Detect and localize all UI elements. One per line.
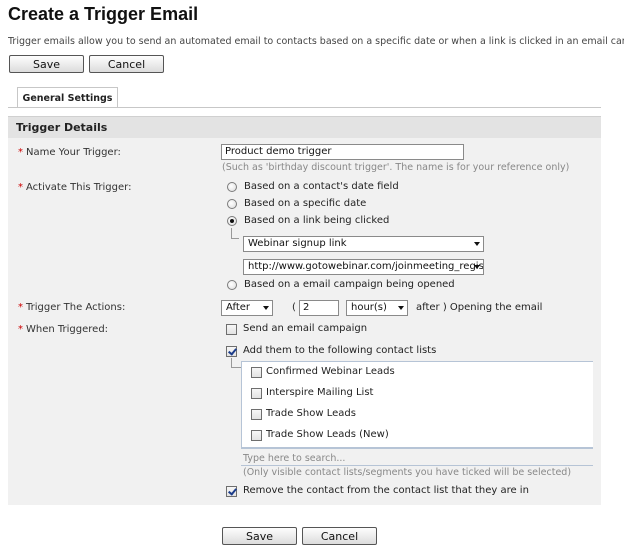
list-checkbox-trade-show-leads-new[interactable] — [251, 430, 262, 441]
when-triggered-label: * When Triggered: — [18, 324, 108, 335]
radio-campaign-opened[interactable] — [227, 280, 237, 290]
unit-select-value: hour(s) — [351, 302, 387, 313]
required-marker: * — [18, 147, 23, 158]
list-item-label: Interspire Mailing List — [266, 387, 374, 398]
tab-divider — [8, 107, 601, 108]
trigger-actions-label-text: Trigger The Actions: — [26, 302, 126, 313]
add-lists-label: Add them to the following contact lists — [243, 345, 437, 356]
section-title: Trigger Details — [16, 121, 108, 134]
campaign-select-value: Webinar signup link — [248, 238, 347, 249]
cancel-button-bottom[interactable]: Cancel — [302, 527, 377, 545]
radio-link-clicked[interactable] — [227, 216, 237, 226]
remove-contact-checkbox[interactable] — [226, 486, 237, 497]
send-campaign-label: Send an email campaign — [243, 323, 368, 334]
radio-specific-date[interactable] — [227, 199, 237, 209]
radio-specific-date-label: Based on a specific date — [244, 198, 367, 209]
trigger-name-input[interactable]: Product demo trigger — [221, 144, 464, 160]
page-title: Create a Trigger Email — [8, 4, 199, 24]
add-lists-checkbox[interactable] — [226, 346, 237, 357]
trigger-name-hint: (Such as 'birthday discount trigger'. Th… — [222, 162, 570, 173]
name-trigger-label: * Name Your Trigger: — [18, 147, 121, 158]
save-button-top[interactable]: Save — [9, 55, 84, 73]
timing-select-value: After — [226, 302, 251, 313]
send-campaign-checkbox[interactable] — [226, 324, 237, 335]
link-select-value: http://www.gotowebinar.com/joinmeeting_r… — [248, 261, 484, 272]
list-checkbox-trade-show-leads[interactable] — [251, 409, 262, 420]
page-intro: Trigger emails allow you to send an auto… — [8, 36, 624, 47]
tab-general-settings[interactable]: General Settings — [17, 87, 118, 108]
list-checkbox-interspire-mailing-list[interactable] — [251, 388, 262, 399]
required-marker: * — [18, 302, 23, 313]
tree-connector — [231, 367, 241, 368]
trigger-actions-label: * Trigger The Actions: — [18, 302, 125, 313]
link-select[interactable]: http://www.gotowebinar.com/joinmeeting_r… — [243, 259, 484, 275]
chevron-down-icon — [474, 242, 480, 246]
radio-link-clicked-label: Based on a link being clicked — [244, 215, 390, 226]
save-button-bottom[interactable]: Save — [222, 527, 297, 545]
list-item-label: Trade Show Leads — [266, 408, 356, 419]
tree-connector — [231, 358, 232, 367]
list-checkbox-confirmed-webinar-leads[interactable] — [251, 367, 262, 378]
required-marker: * — [18, 324, 23, 335]
chevron-down-icon — [263, 306, 269, 310]
list-item-label: Confirmed Webinar Leads — [266, 366, 395, 377]
timing-select[interactable]: After — [221, 300, 273, 316]
name-trigger-label-text: Name Your Trigger: — [26, 147, 121, 158]
activate-trigger-label: * Activate This Trigger: — [18, 182, 131, 193]
cancel-button-top[interactable]: Cancel — [89, 55, 164, 73]
when-triggered-label-text: When Triggered: — [26, 324, 109, 335]
search-underline — [241, 465, 593, 466]
amount-input[interactable]: 2 — [299, 300, 339, 316]
actions-suffix: after ) Opening the email — [416, 302, 543, 313]
list-search-input[interactable]: Type here to search... — [243, 453, 345, 464]
chevron-down-icon — [398, 306, 404, 310]
remove-contact-label: Remove the contact from the contact list… — [243, 485, 529, 496]
chevron-down-icon — [474, 265, 480, 269]
open-paren: ( — [292, 302, 296, 313]
list-search-hint: (Only visible contact lists/segments you… — [243, 467, 572, 478]
campaign-select[interactable]: Webinar signup link — [243, 236, 484, 252]
radio-date-field-label: Based on a contact's date field — [244, 181, 399, 192]
list-item-label: Trade Show Leads (New) — [266, 429, 389, 440]
radio-campaign-opened-label: Based on a email campaign being opened — [244, 279, 455, 290]
tree-connector — [231, 238, 239, 239]
tree-connector — [231, 228, 232, 238]
radio-date-field[interactable] — [227, 182, 237, 192]
required-marker: * — [18, 182, 23, 193]
activate-trigger-label-text: Activate This Trigger: — [26, 182, 132, 193]
unit-select[interactable]: hour(s) — [346, 300, 408, 316]
